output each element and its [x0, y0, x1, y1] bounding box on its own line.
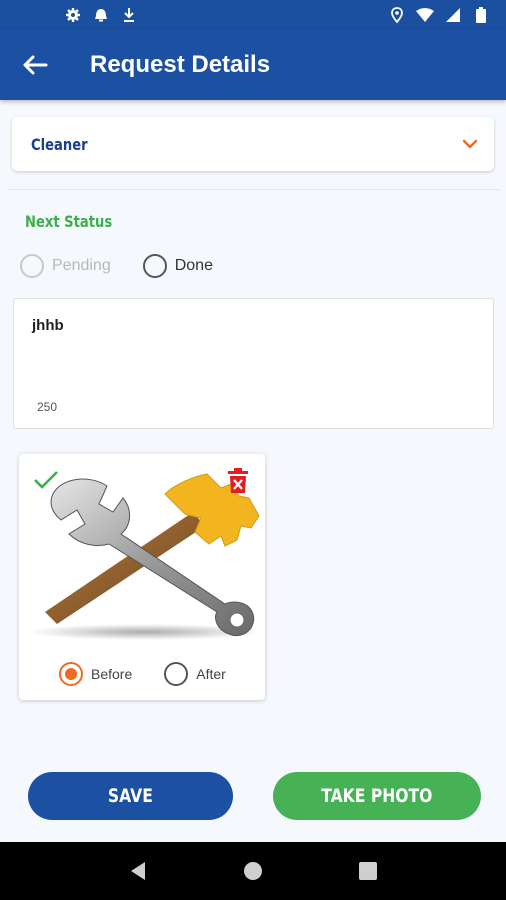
photo-option-after[interactable]: After	[164, 662, 226, 686]
nav-recents-button[interactable]	[348, 851, 388, 891]
take-photo-label: TAKE PHOTO	[321, 785, 433, 807]
nav-back-button[interactable]	[118, 851, 158, 891]
gear-icon	[64, 6, 82, 24]
check-icon	[34, 471, 58, 489]
comment-value: jhhb	[32, 317, 64, 334]
photo-card: Before After	[19, 454, 265, 700]
save-label: SAVE	[108, 785, 153, 807]
arrow-left-icon	[23, 55, 48, 75]
signal-icon	[444, 6, 462, 24]
location-icon	[388, 6, 406, 24]
trash-icon[interactable]	[227, 468, 249, 494]
pending-radio	[20, 254, 44, 278]
system-nav-bar	[0, 842, 506, 900]
dropdown-value: Cleaner	[31, 134, 88, 154]
character-counter: 250	[37, 400, 58, 414]
back-triangle-icon	[130, 862, 145, 880]
alarm-icon	[92, 6, 110, 24]
wifi-icon	[416, 6, 434, 24]
before-radio[interactable]	[59, 662, 83, 686]
status-radio-group: Pending Done	[20, 254, 213, 278]
next-status-label: Next Status	[25, 212, 113, 231]
home-circle-icon	[243, 862, 262, 880]
service-type-dropdown[interactable]: Cleaner	[12, 117, 494, 171]
chevron-down-icon	[462, 139, 478, 149]
take-photo-button[interactable]: TAKE PHOTO	[273, 772, 481, 820]
download-icon	[120, 6, 138, 24]
status-option-done[interactable]: Done	[142, 254, 213, 278]
before-label: Before	[91, 666, 133, 682]
back-button[interactable]	[0, 30, 70, 100]
after-radio[interactable]	[164, 662, 189, 686]
done-label: Done	[174, 257, 213, 274]
done-radio[interactable]	[142, 254, 167, 278]
status-option-pending: Pending	[20, 254, 111, 278]
recents-square-icon	[359, 862, 378, 880]
comment-input[interactable]: jhhb 250	[13, 298, 494, 429]
battery-icon	[472, 6, 490, 24]
status-bar	[0, 0, 506, 30]
divider	[8, 189, 500, 190]
after-label: After	[196, 666, 226, 682]
pending-label: Pending	[52, 257, 111, 274]
save-button[interactable]: SAVE	[28, 772, 233, 820]
photo-type-radio-group: Before After	[59, 662, 226, 686]
app-bar: Request Details	[0, 30, 506, 100]
page-title: Request Details	[90, 51, 271, 78]
photo-option-before[interactable]: Before	[59, 662, 132, 686]
nav-home-button[interactable]	[233, 851, 273, 891]
